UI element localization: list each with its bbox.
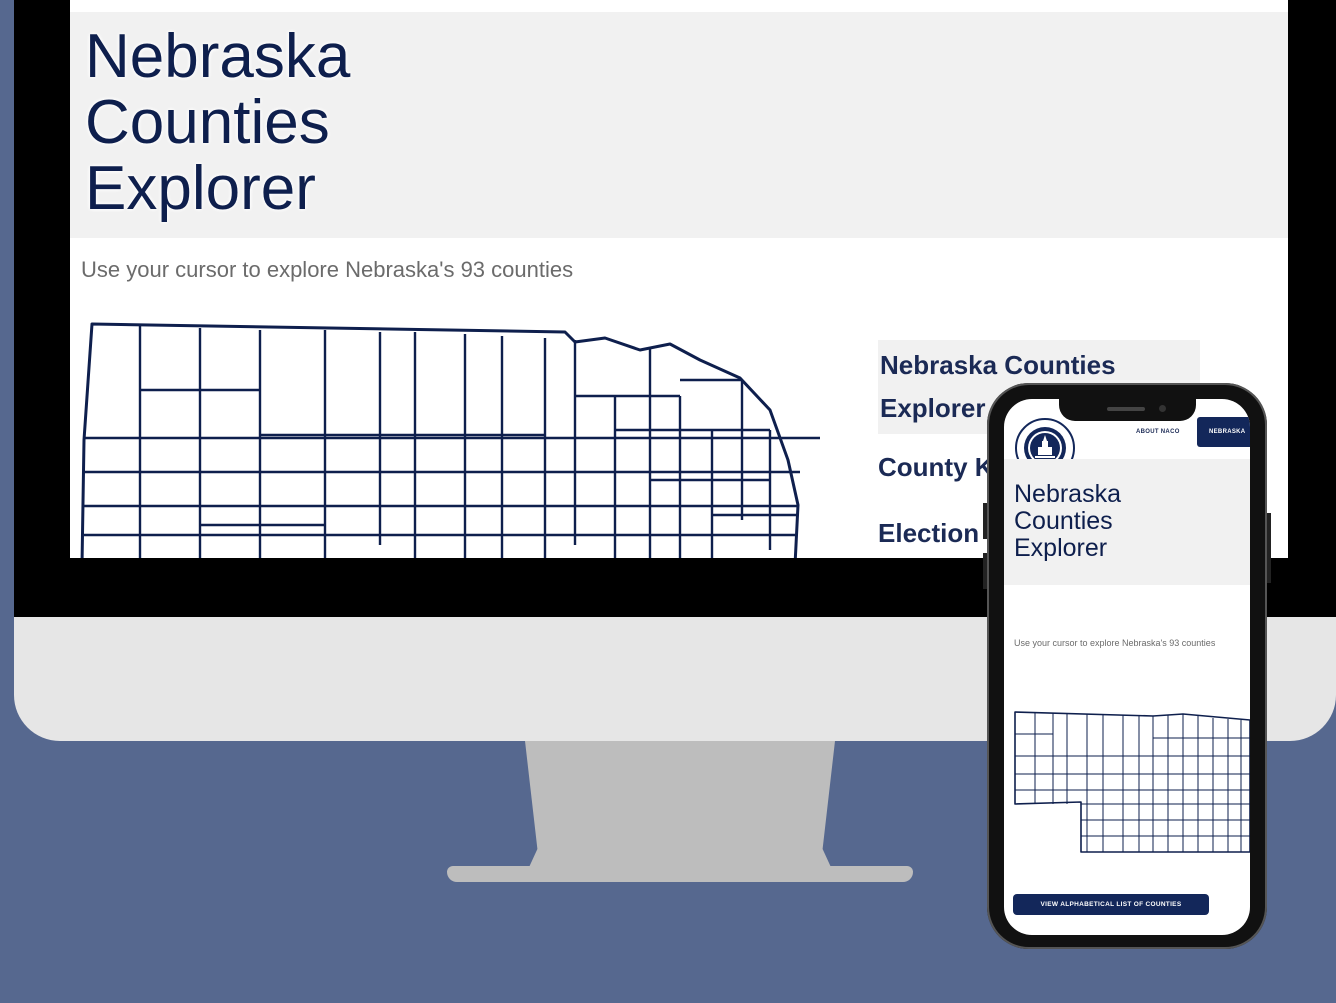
side-menu-item-election[interactable]: Election [878,518,979,549]
phone-camera [1159,405,1166,412]
phone-notch [1059,399,1196,421]
monitor-base [447,866,913,882]
phone-power-button [1267,513,1271,583]
nav-button-nebraska[interactable]: NEBRASKA [1197,417,1250,447]
nav-link-about[interactable]: ABOUT NACO [1136,429,1180,435]
phone-speaker [1107,407,1145,411]
desktop-hero: Nebraska Counties Explorer [70,12,1288,238]
phone-page-title: Nebraska Counties Explorer [1014,480,1121,562]
phone-volume-button [983,553,987,589]
phone-device: ABOUT NACO NEBRASKA Nebraska Counties Ex… [983,383,1271,949]
nebraska-county-map[interactable] [80,320,870,558]
view-alphabetical-list-button[interactable]: VIEW ALPHABETICAL LIST OF COUNTIES [1013,894,1209,915]
phone-volume-button [983,503,987,539]
phone-nebraska-county-map[interactable] [1013,710,1250,872]
desktop-header-bar [70,0,1288,12]
page-title: Nebraska Counties Explorer [85,22,351,223]
page-subtitle: Use your cursor to explore Nebraska's 93… [81,257,574,282]
phone-screen: ABOUT NACO NEBRASKA Nebraska Counties Ex… [1004,399,1250,935]
phone-page-subtitle: Use your cursor to explore Nebraska's 93… [1014,638,1216,648]
monitor-stand [525,741,835,876]
side-menu-item-county[interactable]: County K [878,452,994,483]
